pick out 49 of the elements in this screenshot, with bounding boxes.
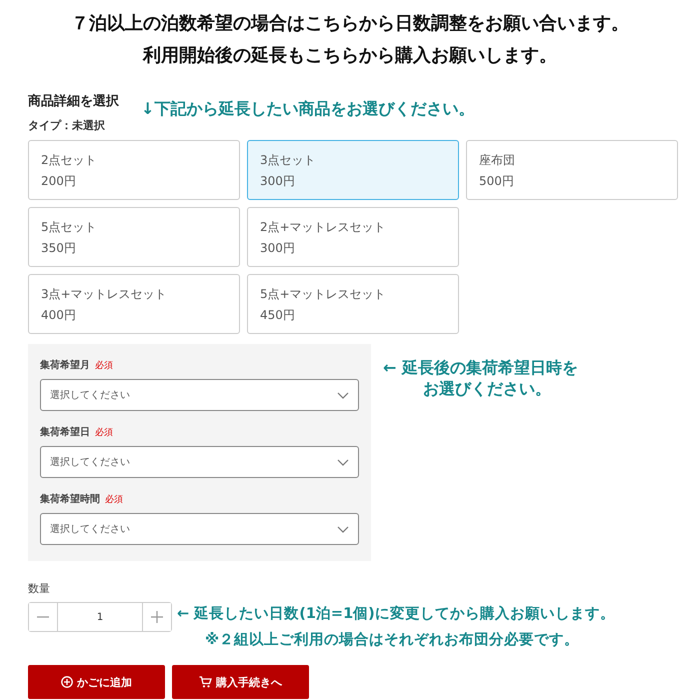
product-option[interactable]: 3点セット 300円	[247, 140, 459, 200]
chevron-down-icon	[337, 458, 349, 466]
product-option[interactable]: 3点+マットレスセット 400円	[28, 274, 240, 334]
annotation: ← 延長後の集荷希望日時を	[383, 358, 578, 379]
chevron-down-icon	[337, 526, 349, 532]
headline: ７泊以上の泊数希望の場合はこちらから日数調整をお願い合います。	[70, 12, 630, 36]
field-label: 集荷希望時間	[40, 492, 100, 506]
type-label: タイプ：未選択	[28, 118, 106, 133]
field-label: 集荷希望日	[40, 426, 90, 439]
section-title: 商品詳細を選択	[28, 92, 119, 110]
option-price: 300円	[260, 173, 296, 190]
chevron-down-icon	[337, 392, 349, 398]
quantity-label: 数量	[28, 581, 51, 596]
required-label: 必須	[95, 426, 113, 439]
product-option[interactable]: 座布団 500円	[466, 140, 678, 200]
plus-icon	[151, 611, 163, 623]
annotation: ← 延長したい日数(1泊=1個)に変更してから購入お願いします。	[177, 604, 615, 623]
quantity-field[interactable]: 1	[28, 602, 172, 632]
field-label: 集荷希望月	[40, 358, 90, 372]
option-name: 2点セット	[41, 152, 98, 169]
cart-icon	[199, 676, 212, 688]
annotation: ※２組以上ご利用の場合はそれぞれお布団分必要です。	[205, 630, 580, 649]
checkout-button[interactable]: 購入手続きへ	[172, 665, 309, 699]
headline: 利用開始後の延長もこちらから購入お願いします。	[142, 44, 558, 68]
option-price: 450円	[260, 307, 296, 324]
option-price: 200円	[41, 173, 77, 190]
add-to-cart-button[interactable]: かごに追加	[28, 665, 165, 699]
option-name: 座布団	[479, 152, 516, 169]
product-option[interactable]: 2点+マットレスセット 300円	[247, 207, 459, 267]
product-option[interactable]: 5点セット 350円	[28, 207, 240, 267]
product-option[interactable]: 5点+マットレスセット 450円	[247, 274, 459, 334]
option-price: 500円	[479, 173, 515, 190]
option-name: 2点+マットレスセット	[260, 219, 387, 236]
annotation: ↓下記から延長したい商品をお選びください。	[141, 99, 474, 120]
product-option[interactable]: 2点セット 200円	[28, 140, 240, 200]
plus-circle-icon	[61, 676, 73, 688]
option-price: 300円	[260, 240, 296, 257]
select-field[interactable]: 選択してください	[40, 379, 359, 411]
required-label: 必須	[105, 494, 123, 506]
annotation: お選びください。	[423, 379, 552, 400]
required-label: 必須	[95, 360, 113, 372]
option-name: 3点+マットレスセット	[41, 286, 168, 303]
option-name: 3点セット	[260, 152, 317, 169]
select-field[interactable]: 選択してください	[40, 513, 359, 545]
option-price: 350円	[41, 240, 77, 257]
option-name: 5点セット	[41, 219, 98, 236]
option-name: 5点+マットレスセット	[260, 286, 387, 303]
select-field[interactable]: 選択してください	[40, 446, 359, 478]
option-price: 400円	[41, 307, 77, 324]
